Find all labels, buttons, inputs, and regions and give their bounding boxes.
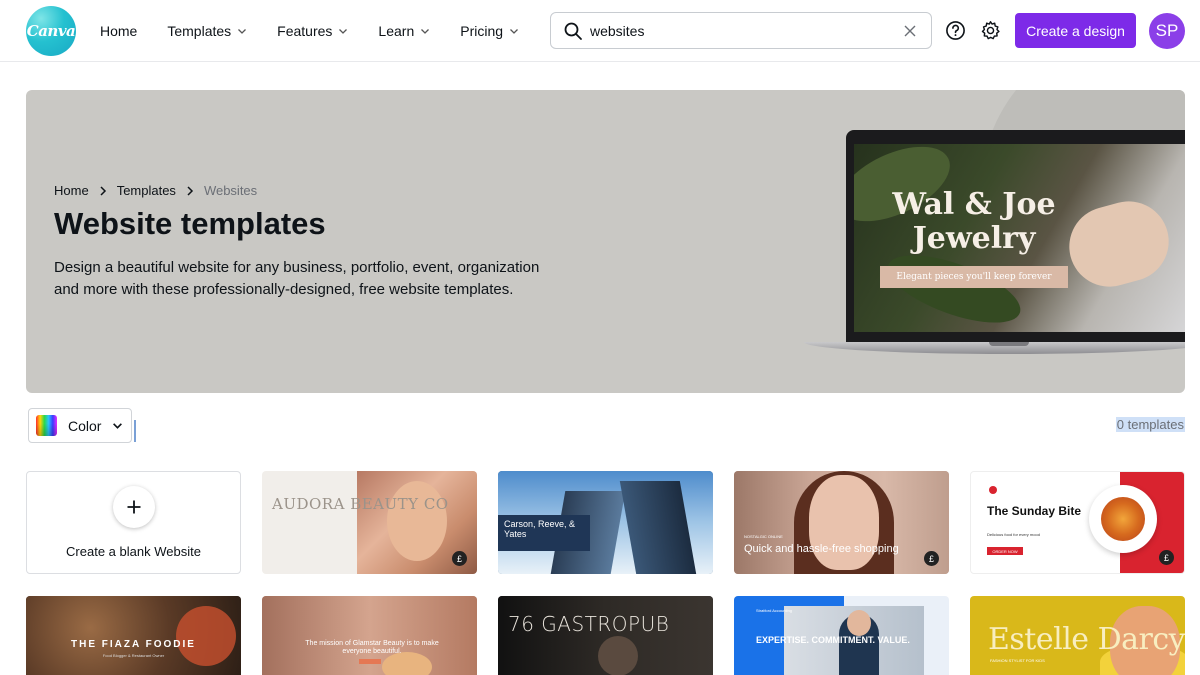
template-card[interactable]: THE FIAZA FOODIE Food Blogger & Restaura…: [26, 596, 241, 675]
logo-text: Canva: [26, 22, 76, 40]
nav-templates[interactable]: Templates: [167, 23, 247, 39]
pro-badge-icon: £: [924, 551, 939, 566]
breadcrumb-websites: Websites: [203, 183, 258, 198]
search-bar: [550, 12, 932, 49]
search-input[interactable]: [590, 19, 890, 43]
nav-pricing-label: Pricing: [460, 23, 504, 39]
nav-features[interactable]: Features: [277, 23, 348, 39]
chevron-right-icon: [187, 185, 193, 196]
breadcrumb-templates[interactable]: Templates: [117, 183, 176, 198]
nav-home[interactable]: Home: [100, 23, 137, 39]
chevron-down-icon: [510, 29, 518, 34]
template-tag: NOSTALGIC ONLINE: [744, 534, 783, 539]
template-card[interactable]: AUDORA BEAUTY CO £: [262, 471, 477, 574]
template-subtitle: Food Blogger & Restaurant Owner: [102, 653, 165, 658]
template-card[interactable]: Estelle Darcy FASHION STYLIST FOR KIDS: [970, 596, 1185, 675]
chevron-down-icon: [238, 29, 247, 34]
laptop-lid: Wal & Joe Jewelry Elegant pieces you'll …: [846, 130, 1185, 342]
search-icon: [564, 22, 582, 40]
template-card[interactable]: The mission of Glamstar Beauty is to mak…: [262, 596, 477, 675]
template-preview-text: THE FIAZA FOODIE: [71, 639, 196, 650]
page-title: Website templates: [54, 206, 326, 241]
blank-card-label: Create a blank Website: [66, 544, 201, 559]
template-card[interactable]: The Sunday Bite Delicious food for every…: [970, 471, 1185, 574]
template-preview-text: EXPERTISE. COMMITMENT. VALUE.: [756, 635, 910, 645]
text-selection-caret: [134, 420, 136, 442]
hand-image: [1060, 192, 1178, 296]
nav-features-label: Features: [277, 23, 333, 39]
template-button: ORDER NOW: [987, 547, 1023, 555]
template-preview-text: Quick and hassle-free shopping: [744, 543, 899, 555]
hero-banner: Home Templates Websites Website template…: [26, 90, 1185, 393]
breadcrumb: Home Templates Websites: [54, 183, 257, 198]
template-preview-text: 76 GASTROPUB: [508, 612, 670, 636]
template-card[interactable]: NOSTALGIC ONLINE Quick and hassle-free s…: [734, 471, 949, 574]
template-count: 0 templates: [1115, 417, 1185, 432]
color-filter-label: Color: [68, 417, 102, 434]
nav-learn-label: Learn: [378, 23, 415, 39]
template-logo: [989, 486, 997, 494]
main-nav: Home Templates Features Learn Pricing: [100, 0, 549, 62]
create-blank-website-card[interactable]: Create a blank Website: [26, 471, 241, 574]
template-card[interactable]: 76 GASTROPUB: [498, 596, 713, 675]
close-icon[interactable]: [903, 24, 917, 38]
template-preview-text: Estelle Darcy: [988, 622, 1185, 657]
chevron-down-icon: [339, 29, 348, 34]
nav-pricing[interactable]: Pricing: [460, 23, 519, 39]
template-preview-text: Carson, Reeve, & Yates: [504, 519, 576, 539]
template-subtitle: Delicious food for every mood: [987, 532, 1040, 537]
preview-subtitle: Elegant pieces you'll keep forever: [880, 266, 1068, 288]
face-image: [387, 481, 447, 561]
canva-logo[interactable]: Canva: [26, 6, 76, 56]
template-preview-text: The mission of Glamstar Beauty is to mak…: [305, 640, 439, 655]
template-card[interactable]: Stratford Accounting EXPERTISE. COMMITME…: [734, 596, 949, 675]
nav-learn[interactable]: Learn: [378, 23, 430, 39]
help-circle-icon[interactable]: [945, 20, 966, 41]
template-preview-text: AUDORA BEAUTY CO: [272, 495, 449, 513]
avatar-initials: SP: [1155, 21, 1179, 40]
color-spectrum-icon: [36, 415, 57, 436]
person-image: [598, 636, 638, 675]
top-header: Canva Home Templates Features Learn Pric…: [0, 0, 1200, 62]
chevron-down-icon: [421, 29, 430, 34]
laptop-preview-image: Wal & Joe Jewelry Elegant pieces you'll …: [804, 130, 1185, 360]
breadcrumb-home[interactable]: Home: [54, 183, 89, 198]
template-brand: Stratford Accounting: [756, 608, 793, 613]
laptop-notch: [989, 342, 1029, 346]
template-panel: Carson, Reeve, & Yates: [498, 515, 590, 551]
chevron-right-icon: [100, 185, 106, 196]
nav-templates-label: Templates: [167, 23, 232, 39]
preview-title: Wal & Joe Jewelry: [892, 187, 1056, 256]
create-design-button[interactable]: Create a design: [1015, 13, 1136, 48]
page-description: Design a beautiful website for any busin…: [54, 259, 540, 298]
laptop-screen: Wal & Joe Jewelry Elegant pieces you'll …: [854, 144, 1185, 332]
avatar[interactable]: SP: [1149, 13, 1185, 49]
food-image: [1101, 497, 1145, 541]
face-image: [809, 475, 879, 570]
nav-home-label: Home: [100, 23, 138, 39]
pro-badge-icon: £: [452, 551, 467, 566]
template-card[interactable]: Carson, Reeve, & Yates: [498, 471, 713, 574]
template-button: [359, 659, 381, 664]
pro-badge-icon: £: [1159, 550, 1174, 565]
gear-icon[interactable]: [980, 20, 1001, 41]
template-preview-text: The Sunday Bite: [987, 504, 1082, 518]
color-filter-button[interactable]: Color: [28, 408, 132, 443]
face-image: [847, 610, 871, 636]
plus-icon: [113, 486, 155, 528]
template-subtitle: FASHION STYLIST FOR KIDS: [990, 658, 1045, 663]
chevron-down-icon: [113, 423, 123, 429]
